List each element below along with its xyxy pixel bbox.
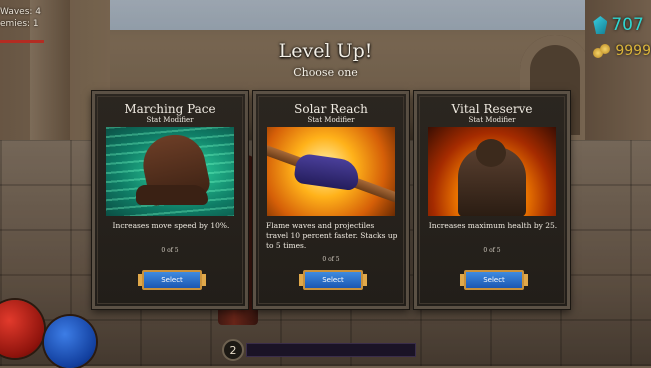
hand-shape xyxy=(293,152,361,192)
upgrade-card-vital-reserve[interactable]: Vital Reserve Stat Modifier Increases ma… xyxy=(414,91,570,309)
card-name: Vital Reserve xyxy=(451,102,533,116)
card-type: Stat Modifier xyxy=(146,116,194,124)
card-description: Increases move speed by 10%. xyxy=(112,221,230,230)
card-type: Stat Modifier xyxy=(307,116,355,124)
level-badge: 2 xyxy=(222,339,244,361)
wave-info: Waves: 4 emies: 1 xyxy=(0,6,41,30)
gem-icon xyxy=(593,16,608,34)
boot-sole xyxy=(136,185,208,205)
experience-bar: 2 xyxy=(222,339,416,361)
boot-speed-artwork xyxy=(106,127,234,216)
upgrade-card-solar-reach[interactable]: Solar Reach Stat Modifier Flame waves an… xyxy=(253,91,409,309)
select-button[interactable]: Select xyxy=(460,270,528,290)
card-description: Flame waves and projectiles travel 10 pe… xyxy=(266,221,398,250)
level-up-subtitle: Choose one xyxy=(293,66,358,79)
solar-staff-artwork xyxy=(267,127,395,216)
card-stack-count: 0 of 5 xyxy=(483,247,501,254)
mana-orb xyxy=(44,316,96,368)
card-name: Solar Reach xyxy=(294,102,368,116)
waves-label: Waves: 4 xyxy=(0,7,42,17)
level-up-title: Level Up! xyxy=(278,40,373,62)
card-stack-count: 0 of 5 xyxy=(161,247,179,254)
card-name: Marching Pace xyxy=(124,102,216,116)
select-button[interactable]: Select xyxy=(299,270,367,290)
card-type: Stat Modifier xyxy=(468,116,516,124)
select-button[interactable]: Select xyxy=(138,270,206,290)
xp-track xyxy=(246,343,416,357)
hero-head xyxy=(476,139,506,167)
card-description: Increases maximum health by 25. xyxy=(428,221,558,230)
gem-count: 707 xyxy=(611,15,644,35)
enemies-label: emies: 1 xyxy=(0,19,39,29)
upgrade-card-marching-pace[interactable]: Marching Pace Stat Modifier Increases mo… xyxy=(92,91,248,309)
card-stack-count: 0 of 5 xyxy=(322,256,340,263)
vital-hero-artwork xyxy=(428,127,556,216)
gem-counter: 707 xyxy=(593,12,651,38)
